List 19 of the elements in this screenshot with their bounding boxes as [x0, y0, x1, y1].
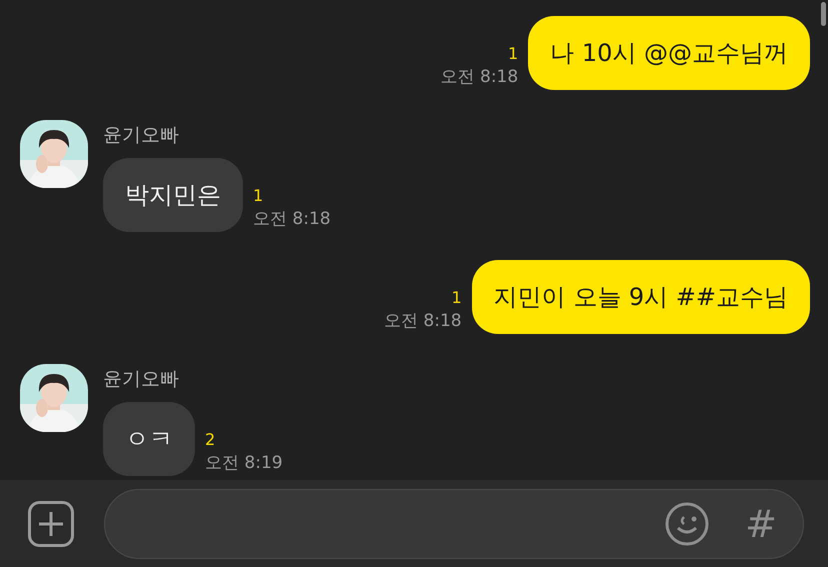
unread-count: 2: [205, 430, 216, 449]
message-time: 오전 8:19: [205, 452, 283, 474]
unread-count: 1: [451, 288, 462, 307]
received-message-bubble: 박지민은: [103, 158, 243, 232]
sender-name: 윤기오빠: [103, 123, 180, 148]
sent-message-bubble: 지민이 오늘 9시 ##교수님: [472, 260, 810, 334]
sender-name: 윤기오빠: [103, 367, 180, 392]
unread-count: 1: [508, 44, 518, 63]
message-time: 오전 8:18: [384, 310, 462, 332]
sent-message-bubble: 나 10시 @@교수님꺼: [528, 16, 810, 90]
message-time: 오전 8:18: [440, 66, 518, 88]
message-input-field[interactable]: #: [104, 488, 804, 558]
add-icon[interactable]: [28, 500, 74, 546]
emoticon-icon[interactable]: [665, 502, 710, 546]
message-time: 오전 8:18: [253, 208, 331, 230]
received-message-bubble: ㅇㅋ: [103, 402, 195, 476]
hashtag-button[interactable]: #: [745, 504, 777, 542]
scrollbar[interactable]: [821, 2, 826, 26]
unread-count: 1: [253, 186, 264, 205]
